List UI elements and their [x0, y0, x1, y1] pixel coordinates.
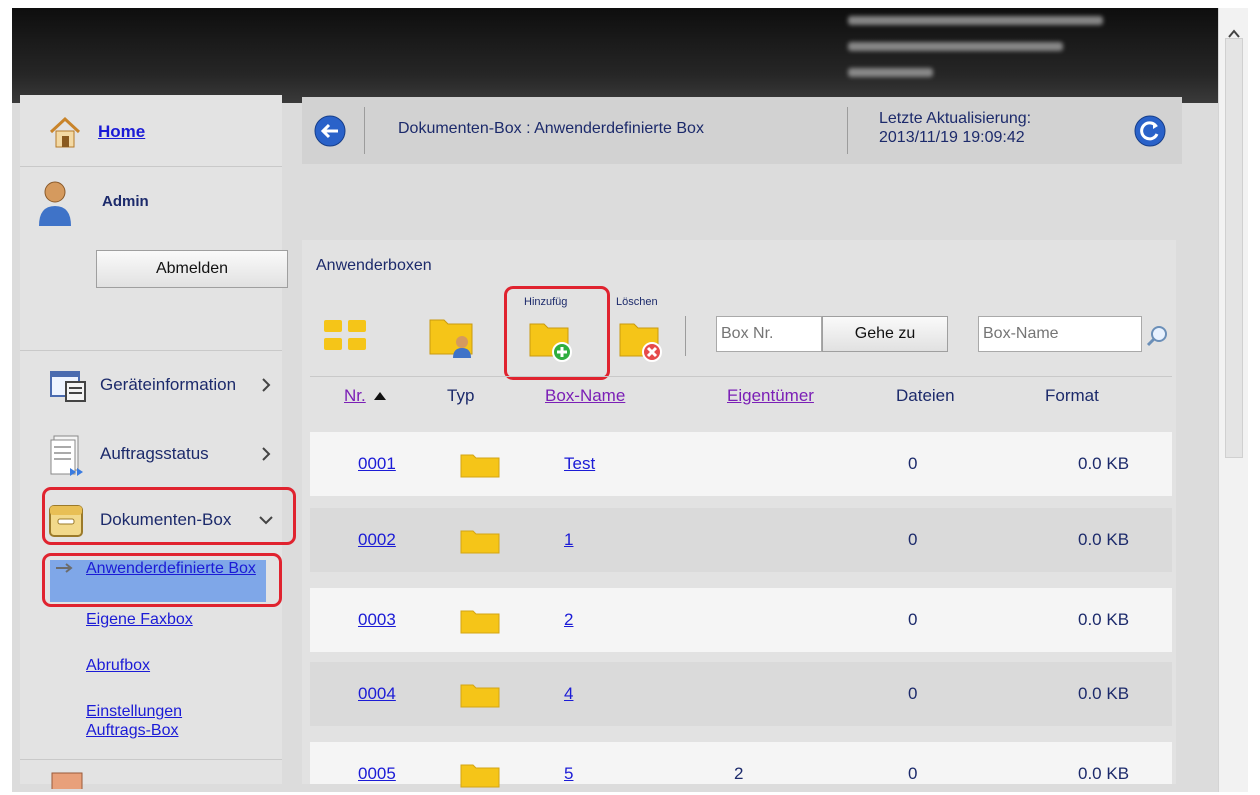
table-row[interactable]: 0003 2 0 0.0 KB — [310, 588, 1172, 652]
subitem-own-faxbox[interactable]: Eigene Faxbox — [86, 610, 193, 629]
delete-label: Löschen — [616, 296, 658, 308]
admin-icon — [51, 772, 83, 789]
row-nr[interactable]: 0001 — [358, 454, 396, 474]
user-name: Admin — [102, 193, 149, 210]
row-files: 0 — [908, 530, 918, 549]
blurred-device-info — [848, 16, 1103, 25]
col-owner[interactable]: Eigentümer — [727, 386, 814, 406]
row-size: 0.0 KB — [1078, 610, 1130, 629]
separator — [364, 107, 365, 154]
sidebar: Home Admin Abmelden Geräteinformation Au… — [20, 95, 296, 789]
home-row: Home — [20, 95, 282, 167]
row-size: 0.0 KB — [1078, 764, 1130, 783]
nav-job-status-label: Auftragsstatus — [100, 444, 209, 463]
table-row[interactable]: 0001 Test 0 0.0 KB — [310, 432, 1172, 496]
row-files: 0 — [908, 764, 918, 783]
col-files: Dateien — [896, 386, 955, 405]
search-icon[interactable] — [1145, 324, 1169, 348]
row-files: 0 — [908, 454, 918, 473]
row-size: 0.0 KB — [1078, 530, 1130, 549]
col-format: Format — [1045, 386, 1099, 405]
row-nr[interactable]: 0003 — [358, 610, 396, 630]
folder-list-icon[interactable] — [322, 316, 370, 356]
row-nr[interactable]: 0005 — [358, 764, 396, 784]
col-box-name[interactable]: Box-Name — [545, 386, 625, 406]
row-size: 0.0 KB — [1078, 454, 1130, 473]
col-type: Typ — [447, 386, 475, 405]
folder-owner-icon[interactable] — [428, 310, 478, 362]
refresh-icon[interactable] — [1134, 115, 1166, 147]
divider — [310, 376, 1172, 377]
row-box-name[interactable]: 5 — [564, 764, 573, 784]
folder-icon — [460, 530, 500, 554]
divider — [20, 350, 282, 351]
header-title: Dokumenten-Box : Anwenderdefinierte Box — [398, 120, 704, 137]
row-files: 0 — [908, 610, 918, 629]
row-box-name[interactable]: 4 — [564, 684, 573, 704]
separator — [685, 316, 686, 356]
blurred-device-info — [848, 42, 1063, 51]
highlight-document-box — [42, 487, 296, 545]
row-owner: 2 — [734, 764, 744, 783]
folder-icon — [460, 610, 500, 634]
row-files: 0 — [908, 684, 918, 703]
subitem-job-box-settings[interactable]: Einstellungen Auftrags-Box — [86, 702, 226, 740]
back-icon[interactable] — [314, 115, 346, 147]
goto-button[interactable]: Gehe zu — [822, 316, 948, 352]
table-row[interactable]: 0002 1 0 0.0 KB — [310, 508, 1172, 572]
row-box-name[interactable]: 1 — [564, 530, 573, 550]
box-panel: Anwenderboxen Hinzufüg Löschen Gehe zu — [302, 240, 1176, 788]
last-update-label: Letzte Aktualisierung: — [879, 110, 1032, 127]
box-name-search-input[interactable] — [978, 316, 1142, 352]
table-row[interactable]: 0005 5 2 0 0.0 KB — [310, 742, 1172, 788]
sort-ascending-icon[interactable] — [374, 392, 386, 400]
last-update-time: 2013/11/19 19:09:42 — [879, 129, 1025, 146]
chevron-right-icon — [262, 378, 271, 392]
nav-device-info-label: Geräteinformation — [100, 375, 237, 394]
vertical-scrollbar[interactable] — [1218, 8, 1248, 792]
scrollbar-thumb[interactable] — [1225, 38, 1243, 458]
header-bar: Dokumenten-Box : Anwenderdefinierte Box … — [302, 97, 1182, 164]
device-info-banner — [12, 8, 1218, 103]
row-size: 0.0 KB — [1078, 684, 1130, 703]
job-status-icon — [50, 435, 83, 476]
row-nr[interactable]: 0002 — [358, 530, 396, 550]
table-row[interactable]: 0004 4 0 0.0 KB — [310, 662, 1172, 726]
nav-job-status[interactable]: Auftragsstatus — [20, 426, 282, 486]
folder-icon — [460, 764, 500, 788]
col-nr[interactable]: Nr. — [344, 386, 366, 406]
last-update: Letzte Aktualisierung: 2013/11/19 19:09:… — [879, 109, 1031, 147]
home-icon[interactable] — [48, 115, 82, 149]
row-nr[interactable]: 0004 — [358, 684, 396, 704]
folder-icon — [460, 684, 500, 708]
chevron-right-icon — [262, 447, 271, 461]
divider — [20, 759, 282, 760]
user-icon — [39, 181, 71, 226]
box-number-input[interactable] — [716, 316, 822, 352]
browser-frame: Home Admin Abmelden Geräteinformation Au… — [0, 0, 1260, 795]
panel-title: Anwenderboxen — [316, 257, 432, 274]
subitem-polling-box[interactable]: Abrufbox — [86, 656, 150, 675]
logout-button[interactable]: Abmelden — [96, 250, 288, 288]
device-info-icon — [50, 371, 86, 402]
separator — [847, 107, 848, 154]
highlight-add-button — [504, 286, 610, 380]
nav-device-info[interactable]: Geräteinformation — [20, 357, 282, 417]
home-link[interactable]: Home — [98, 122, 145, 142]
blurred-device-info — [848, 68, 933, 77]
folder-icon — [460, 454, 500, 478]
row-box-name[interactable]: 2 — [564, 610, 573, 630]
delete-box-icon[interactable] — [618, 316, 666, 364]
row-box-name[interactable]: Test — [564, 454, 595, 474]
highlight-custom-box — [42, 553, 282, 607]
